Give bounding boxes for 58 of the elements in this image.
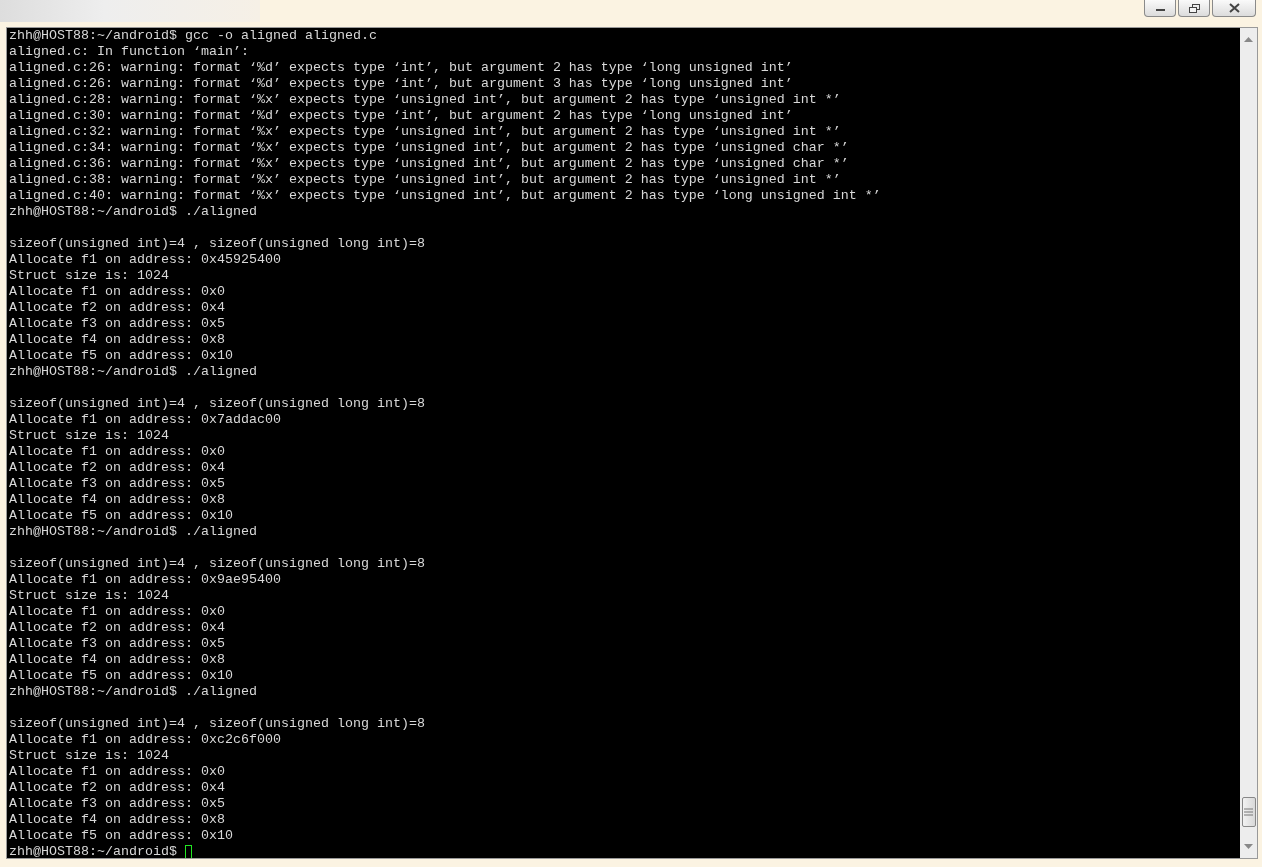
terminal-line: aligned.c:38: warning: format ‘%x’ expects type ‘unsigned int’, but argument 2 has type ‘unsigned int *’ [9,172,841,188]
terminal-line: Allocate f3 on address: 0x5 [9,636,225,652]
terminal-line: Allocate f4 on address: 0x8 [9,652,225,668]
terminal-line: Allocate f2 on address: 0x4 [9,300,225,316]
terminal-line: zhh@HOST88:~/android$ ./aligned [9,204,257,220]
terminal-line: aligned.c:40: warning: format ‘%x’ expects type ‘unsigned int’, but argument 2 has type ‘long unsigned int *’ [9,188,881,204]
terminal-line: Allocate f2 on address: 0x4 [9,780,225,796]
terminal-line: aligned.c:26: warning: format ‘%d’ expects type ‘int’, but argument 2 has type ‘long unsigned int’ [9,60,793,76]
terminal-line: Allocate f5 on address: 0x10 [9,508,233,524]
terminal-line: aligned.c:26: warning: format ‘%d’ expects type ‘int’, but argument 3 has type ‘long unsigned int’ [9,76,793,92]
terminal-line: Allocate f2 on address: 0x4 [9,460,225,476]
terminal-line: Struct size is: 1024 [9,428,169,444]
terminal-line: Allocate f1 on address: 0x9ae95400 [9,572,281,588]
terminal-line: Allocate f1 on address: 0x7addac00 [9,412,281,428]
terminal-line: Allocate f4 on address: 0x8 [9,492,225,508]
terminal-line: aligned.c: In function ‘main’: [9,44,249,60]
terminal-line: Allocate f5 on address: 0x10 [9,828,233,844]
terminal-line: Allocate f1 on address: 0x0 [9,444,225,460]
grip-icon [1244,807,1253,817]
terminal-line: sizeof(unsigned int)=4 , sizeof(unsigned long int)=8 [9,556,425,572]
terminal-line: Allocate f2 on address: 0x4 [9,620,225,636]
terminal-line: aligned.c:36: warning: format ‘%x’ expects type ‘unsigned int’, but argument 2 has type ‘unsigned char *’ [9,156,849,172]
terminal-line: Allocate f5 on address: 0x10 [9,348,233,364]
terminal-line: Allocate f5 on address: 0x10 [9,668,233,684]
terminal-line: Allocate f1 on address: 0x45925400 [9,252,281,268]
terminal-line: sizeof(unsigned int)=4 , sizeof(unsigned long int)=8 [9,716,425,732]
terminal-line: Allocate f1 on address: 0x0 [9,284,225,300]
terminal-line: Allocate f3 on address: 0x5 [9,796,225,812]
terminal-line: aligned.c:30: warning: format ‘%d’ expects type ‘int’, but argument 2 has type ‘long unsigned int’ [9,108,793,124]
scroll-up-icon[interactable] [1244,37,1253,43]
terminal-line: sizeof(unsigned int)=4 , sizeof(unsigned long int)=8 [9,396,425,412]
terminal-line: Allocate f4 on address: 0x8 [9,332,225,348]
terminal-line: Allocate f3 on address: 0x5 [9,476,225,492]
terminal-line: sizeof(unsigned int)=4 , sizeof(unsigned long int)=8 [9,236,425,252]
close-icon [1228,3,1240,13]
terminal-line: zhh@HOST88:~/android$ [9,844,177,858]
terminal-line: zhh@HOST88:~/android$ ./aligned [9,524,257,540]
terminal-line: aligned.c:34: warning: format ‘%x’ expects type ‘unsigned int’, but argument 2 has type ‘unsigned char *’ [9,140,849,156]
terminal-line: aligned.c:32: warning: format ‘%x’ expects type ‘unsigned int’, but argument 2 has type ‘unsigned int *’ [9,124,841,140]
close-button[interactable] [1212,0,1256,17]
terminal-line: zhh@HOST88:~/android$ ./aligned [9,684,257,700]
terminal-line: Allocate f1 on address: 0x0 [9,604,225,620]
terminal-line: Struct size is: 1024 [9,588,169,604]
terminal-line: Allocate f3 on address: 0x5 [9,316,225,332]
terminal-line: zhh@HOST88:~/android$ gcc -o aligned aligned.c [9,28,377,44]
minimize-button[interactable] [1144,0,1176,17]
terminal-line: Allocate f1 on address: 0xc2c6f000 [9,732,281,748]
maximize-button[interactable] [1178,0,1210,17]
vertical-scrollbar[interactable] [1240,28,1257,858]
restore-icon [1188,3,1200,13]
terminal-line: aligned.c:28: warning: format ‘%x’ expects type ‘unsigned int’, but argument 2 has type ‘unsigned int *’ [9,92,841,108]
scroll-down-icon[interactable] [1244,843,1253,849]
terminal-line: zhh@HOST88:~/android$ ./aligned [9,364,257,380]
scrollbar-thumb[interactable] [1241,797,1256,827]
terminal-line: Struct size is: 1024 [9,268,169,284]
terminal-line: Struct size is: 1024 [9,748,169,764]
terminal-line: Allocate f1 on address: 0x0 [9,764,225,780]
terminal-line: Allocate f4 on address: 0x8 [9,812,225,828]
